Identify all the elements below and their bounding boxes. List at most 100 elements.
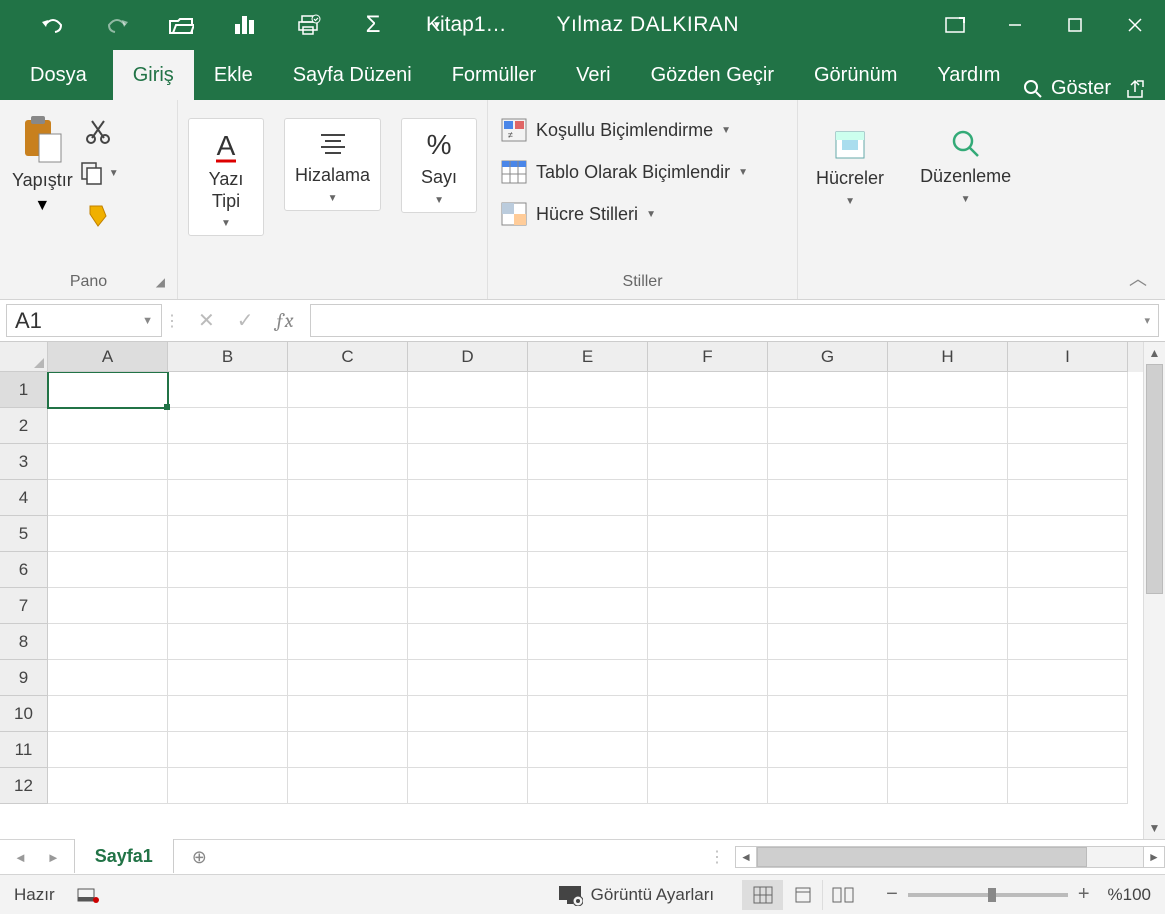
cell[interactable]	[408, 624, 528, 660]
horizontal-scrollbar[interactable]: ◄ ►	[735, 846, 1165, 868]
sheet-nav-prev-icon[interactable]: ◄	[14, 850, 27, 865]
cell[interactable]	[888, 624, 1008, 660]
autosum-icon[interactable]: Σ	[360, 12, 386, 38]
cell[interactable]	[648, 552, 768, 588]
cell[interactable]	[288, 408, 408, 444]
cell-styles-button[interactable]: Hücre Stilleri ▼	[500, 196, 656, 232]
cell[interactable]	[408, 372, 528, 408]
cell[interactable]	[528, 552, 648, 588]
cell[interactable]	[528, 372, 648, 408]
number-button[interactable]: % Sayı ▼	[401, 118, 477, 213]
scroll-down-icon[interactable]: ▼	[1144, 817, 1165, 839]
cell[interactable]	[1008, 768, 1128, 804]
scroll-left-icon[interactable]: ◄	[735, 846, 757, 868]
formula-input[interactable]: ▾	[310, 304, 1159, 337]
format-as-table-button[interactable]: Tablo Olarak Biçimlendir ▼	[500, 154, 748, 190]
scroll-right-icon[interactable]: ►	[1143, 846, 1165, 868]
cell[interactable]	[648, 696, 768, 732]
cell[interactable]	[1008, 660, 1128, 696]
column-header[interactable]: E	[528, 342, 648, 372]
cell[interactable]	[408, 732, 528, 768]
cell[interactable]	[648, 516, 768, 552]
cell[interactable]	[768, 408, 888, 444]
cell[interactable]	[48, 660, 168, 696]
cell[interactable]	[288, 552, 408, 588]
tab-help[interactable]: Yardım	[917, 50, 1020, 100]
normal-view-button[interactable]	[742, 880, 782, 910]
cell[interactable]	[288, 516, 408, 552]
cell[interactable]	[888, 444, 1008, 480]
cell[interactable]	[888, 408, 1008, 444]
cell[interactable]	[168, 660, 288, 696]
cell[interactable]	[768, 768, 888, 804]
cell[interactable]	[168, 588, 288, 624]
cell[interactable]	[168, 516, 288, 552]
cell[interactable]	[648, 732, 768, 768]
maximize-button[interactable]	[1045, 0, 1105, 50]
cell[interactable]	[528, 516, 648, 552]
cell[interactable]	[528, 660, 648, 696]
tab-formulas[interactable]: Formüller	[432, 50, 556, 100]
ribbon-display-options-icon[interactable]	[925, 0, 985, 50]
expand-formula-bar-icon[interactable]: ▾	[1144, 314, 1150, 327]
cell[interactable]	[888, 480, 1008, 516]
cut-icon[interactable]	[86, 118, 112, 144]
cell[interactable]	[168, 696, 288, 732]
cell[interactable]	[888, 660, 1008, 696]
close-button[interactable]	[1105, 0, 1165, 50]
cell[interactable]	[648, 768, 768, 804]
collapse-ribbon-icon[interactable]: ︿	[1129, 265, 1147, 291]
vertical-scroll-thumb[interactable]	[1146, 364, 1163, 594]
cell[interactable]	[48, 624, 168, 660]
cell[interactable]	[768, 480, 888, 516]
scroll-up-icon[interactable]: ▲	[1144, 342, 1165, 364]
cell[interactable]	[288, 444, 408, 480]
cell[interactable]	[1008, 480, 1128, 516]
cell[interactable]	[168, 552, 288, 588]
cell[interactable]	[288, 696, 408, 732]
cell[interactable]	[1008, 516, 1128, 552]
row-header[interactable]: 7	[0, 588, 48, 624]
row-header[interactable]: 6	[0, 552, 48, 588]
cell[interactable]	[48, 552, 168, 588]
tab-page-layout[interactable]: Sayfa Düzeni	[273, 50, 432, 100]
cell[interactable]	[288, 372, 408, 408]
cell[interactable]	[528, 624, 648, 660]
row-header[interactable]: 5	[0, 516, 48, 552]
cell[interactable]	[408, 768, 528, 804]
cell[interactable]	[288, 660, 408, 696]
cell[interactable]	[768, 696, 888, 732]
cell[interactable]	[648, 444, 768, 480]
format-painter-icon[interactable]	[86, 202, 112, 228]
macro-record-icon[interactable]	[77, 886, 99, 904]
cell[interactable]	[768, 516, 888, 552]
cell[interactable]	[648, 372, 768, 408]
cell[interactable]	[408, 408, 528, 444]
insert-function-icon[interactable]: ƒx	[276, 309, 294, 332]
cell[interactable]	[648, 408, 768, 444]
undo-icon[interactable]	[40, 12, 66, 38]
row-header[interactable]: 4	[0, 480, 48, 516]
cell[interactable]	[168, 372, 288, 408]
cell[interactable]	[408, 660, 528, 696]
cancel-icon[interactable]: ✕	[198, 308, 215, 333]
cell[interactable]	[528, 696, 648, 732]
column-header[interactable]: C	[288, 342, 408, 372]
cell[interactable]	[1008, 624, 1128, 660]
redo-icon[interactable]	[104, 12, 130, 38]
font-button[interactable]: A Yazı Tipi ▼	[188, 118, 264, 236]
column-header[interactable]: B	[168, 342, 288, 372]
page-layout-view-button[interactable]	[782, 880, 822, 910]
cell[interactable]	[768, 660, 888, 696]
cell[interactable]	[48, 732, 168, 768]
zoom-value[interactable]: %100	[1108, 885, 1151, 905]
horizontal-scroll-thumb[interactable]	[757, 847, 1087, 867]
tab-data[interactable]: Veri	[556, 50, 630, 100]
cell[interactable]	[48, 480, 168, 516]
column-header[interactable]: A	[48, 342, 168, 372]
row-header[interactable]: 3	[0, 444, 48, 480]
cell[interactable]	[1008, 444, 1128, 480]
cell[interactable]	[48, 768, 168, 804]
zoom-thumb[interactable]	[988, 888, 996, 902]
cell[interactable]	[648, 480, 768, 516]
